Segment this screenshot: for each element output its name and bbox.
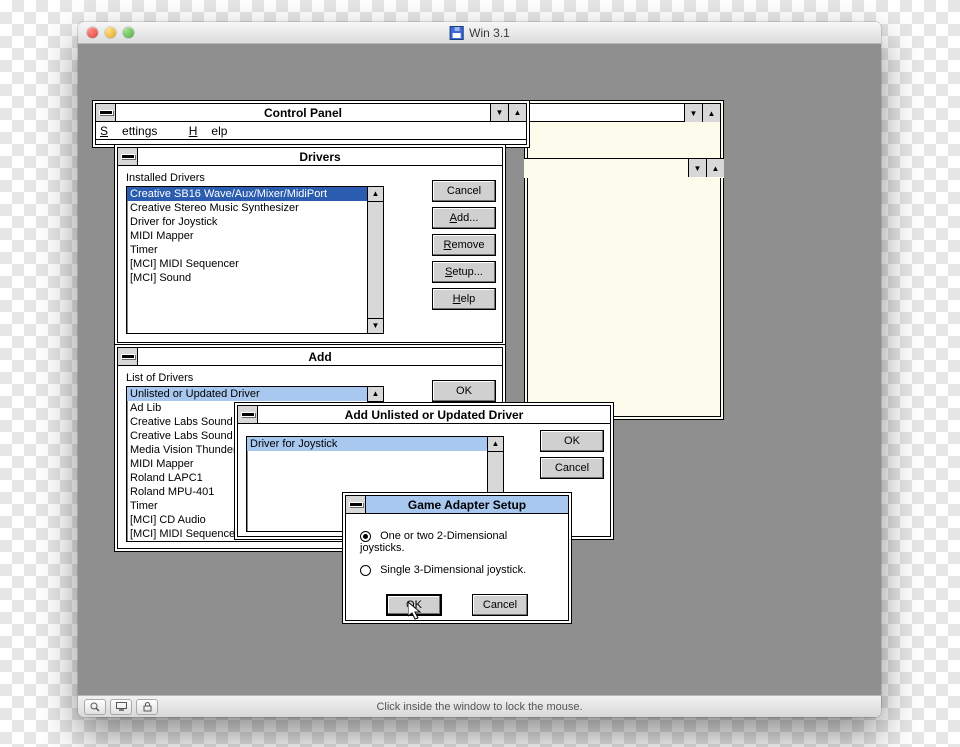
installed-drivers-list[interactable]: Creative SB16 Wave/Aux/Mixer/MidiPortCre… [126, 186, 384, 334]
minimize-icon[interactable]: ▼ [688, 159, 706, 177]
background-window: ▼▲ [524, 100, 724, 420]
list-item[interactable]: MIDI Mapper [127, 229, 383, 243]
drivers-window[interactable]: Drivers Installed Drivers Creative SB16 … [114, 144, 506, 346]
game-adapter-setup-dialog[interactable]: Game Adapter Setup One or two 2-Dimensio… [342, 492, 572, 624]
option-label: One or two 2-Dimensional joysticks. [360, 530, 507, 554]
scroll-up-icon[interactable]: ▲ [368, 387, 383, 402]
game-adapter-titlebar[interactable]: Game Adapter Setup [346, 496, 568, 514]
window-title: Game Adapter Setup [366, 496, 568, 513]
status-text: Click inside the window to lock the mous… [376, 701, 582, 713]
scrollbar[interactable]: ▲ ▼ [367, 187, 383, 333]
traffic-lights [87, 27, 134, 38]
window-title: Win 3.1 [469, 26, 510, 40]
radio-icon[interactable] [360, 565, 371, 576]
add-titlebar[interactable]: Add [118, 348, 502, 366]
scroll-down-icon[interactable]: ▼ [368, 318, 383, 333]
window-title-group: Win 3.1 [449, 26, 510, 40]
display-icon[interactable] [110, 699, 132, 715]
menu-help[interactable]: Help [189, 124, 228, 138]
zoom-icon[interactable] [123, 27, 134, 38]
system-menu-icon[interactable] [346, 496, 366, 513]
system-menu-icon[interactable] [118, 348, 138, 365]
ok-button[interactable]: OK [540, 430, 604, 452]
ok-button[interactable]: OK [432, 380, 496, 402]
minimize-icon[interactable] [105, 27, 116, 38]
scroll-up-icon[interactable]: ▲ [368, 187, 383, 202]
setup-button[interactable]: Setup... [432, 261, 496, 283]
background-window-fragment: ▼▲ [524, 158, 724, 178]
scroll-up-icon[interactable]: ▲ [488, 437, 503, 452]
list-item[interactable]: Creative Stereo Music Synthesizer [127, 201, 383, 215]
window-title: Drivers [138, 148, 502, 165]
control-panel-window[interactable]: Control Panel ▼ ▲ Settings Help [92, 100, 530, 148]
magnifier-icon[interactable] [84, 699, 106, 715]
close-icon[interactable] [87, 27, 98, 38]
radio-icon[interactable] [360, 531, 371, 542]
list-item[interactable]: [MCI] MIDI Sequencer [127, 257, 383, 271]
add-unlisted-titlebar[interactable]: Add Unlisted or Updated Driver [238, 406, 610, 424]
control-panel-titlebar[interactable]: Control Panel ▼ ▲ [96, 104, 526, 122]
drivers-titlebar[interactable]: Drivers [118, 148, 502, 166]
list-item[interactable]: Creative SB16 Wave/Aux/Mixer/MidiPort [127, 187, 383, 201]
help-button[interactable]: Help [432, 288, 496, 310]
mac-titlebar[interactable]: Win 3.1 [78, 22, 881, 44]
statusbar: Click inside the window to lock the mous… [78, 695, 881, 717]
cancel-button[interactable]: Cancel [432, 180, 496, 202]
maximize-icon[interactable]: ▲ [702, 104, 720, 122]
system-menu-icon[interactable] [118, 148, 138, 165]
cancel-button[interactable]: Cancel [472, 594, 528, 616]
list-item[interactable]: Timer [127, 243, 383, 257]
emulated-desktop[interactable]: ▼▲ ▼▲ Control Panel ▼ ▲ Settings Help [78, 44, 881, 695]
minimize-icon[interactable]: ▼ [490, 104, 508, 121]
minimize-icon[interactable]: ▼ [684, 104, 702, 122]
system-menu-icon[interactable] [96, 104, 116, 121]
window-title: Control Panel [116, 104, 490, 121]
ok-button[interactable]: OK [386, 594, 442, 616]
menu-settings[interactable]: Settings [100, 124, 171, 138]
floppy-icon [449, 26, 463, 40]
list-item[interactable]: Driver for Joystick [127, 215, 383, 229]
remove-button[interactable]: Remove [432, 234, 496, 256]
list-item[interactable]: Driver for Joystick [247, 437, 503, 451]
joystick-option-3d[interactable]: Single 3-Dimensional joystick. [360, 564, 554, 576]
option-label: Single 3-Dimensional joystick. [380, 564, 526, 576]
add-button[interactable]: Add... [432, 207, 496, 229]
emulator-window: Win 3.1 ▼▲ ▼▲ Control Panel ▼ ▲ [78, 22, 881, 717]
cancel-button[interactable]: Cancel [540, 457, 604, 479]
lock-icon[interactable] [136, 699, 158, 715]
maximize-icon[interactable]: ▲ [508, 104, 526, 121]
maximize-icon[interactable]: ▲ [706, 159, 724, 177]
joystick-option-2d[interactable]: One or two 2-Dimensional joysticks. [360, 530, 554, 554]
menubar: Settings Help [96, 122, 526, 140]
system-menu-icon[interactable] [238, 406, 258, 423]
list-item[interactable]: [MCI] Sound [127, 271, 383, 285]
list-item[interactable]: Unlisted or Updated Driver [127, 387, 383, 401]
window-title: Add [138, 348, 502, 365]
window-title: Add Unlisted or Updated Driver [258, 406, 610, 423]
